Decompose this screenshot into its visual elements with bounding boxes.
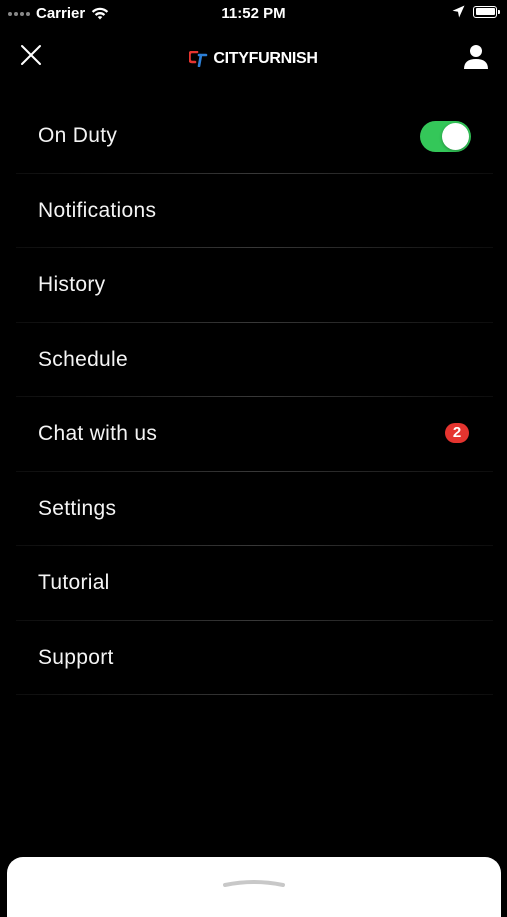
menu-item-notifications[interactable]: Notifications [16, 174, 493, 249]
menu-item-label: Notifications [38, 198, 157, 222]
menu-item-chat-with-us[interactable]: Chat with us 2 [16, 397, 493, 472]
menu-item-label: History [38, 273, 106, 297]
location-arrow-icon [452, 5, 465, 18]
status-right [452, 5, 500, 18]
on-duty-toggle[interactable] [420, 121, 471, 152]
app-header: CITYFURNISH [0, 36, 507, 86]
bottom-sheet[interactable] [7, 857, 501, 917]
menu-item-tutorial[interactable]: Tutorial [16, 546, 493, 621]
profile-icon[interactable] [461, 42, 491, 72]
menu-item-support[interactable]: Support [16, 621, 493, 696]
menu-item-label: Settings [38, 496, 117, 520]
menu-item-settings[interactable]: Settings [16, 472, 493, 547]
cityfurnish-logo-mark [189, 51, 208, 67]
battery-icon [473, 5, 500, 18]
logo-text: CITYFURNISH [213, 50, 318, 67]
menu-item-history[interactable]: History [16, 248, 493, 323]
menu-item-label: Chat with us [38, 422, 158, 446]
menu-item-label: On Duty [38, 124, 118, 148]
unread-count-badge: 2 [445, 423, 469, 443]
status-time: 11:52 PM [221, 5, 286, 22]
toggle-knob [442, 123, 469, 150]
menu-item-label: Tutorial [38, 571, 110, 595]
menu-item-label: Schedule [38, 347, 128, 371]
drag-handle-icon[interactable] [222, 879, 286, 887]
side-menu: On Duty Notifications History Schedule C… [16, 99, 493, 695]
menu-item-label: Support [38, 645, 114, 669]
app-logo: CITYFURNISH [0, 50, 507, 68]
menu-item-on-duty[interactable]: On Duty [16, 99, 493, 174]
menu-item-schedule[interactable]: Schedule [16, 323, 493, 398]
status-bar: Carrier 11:52 PM [0, 0, 507, 28]
